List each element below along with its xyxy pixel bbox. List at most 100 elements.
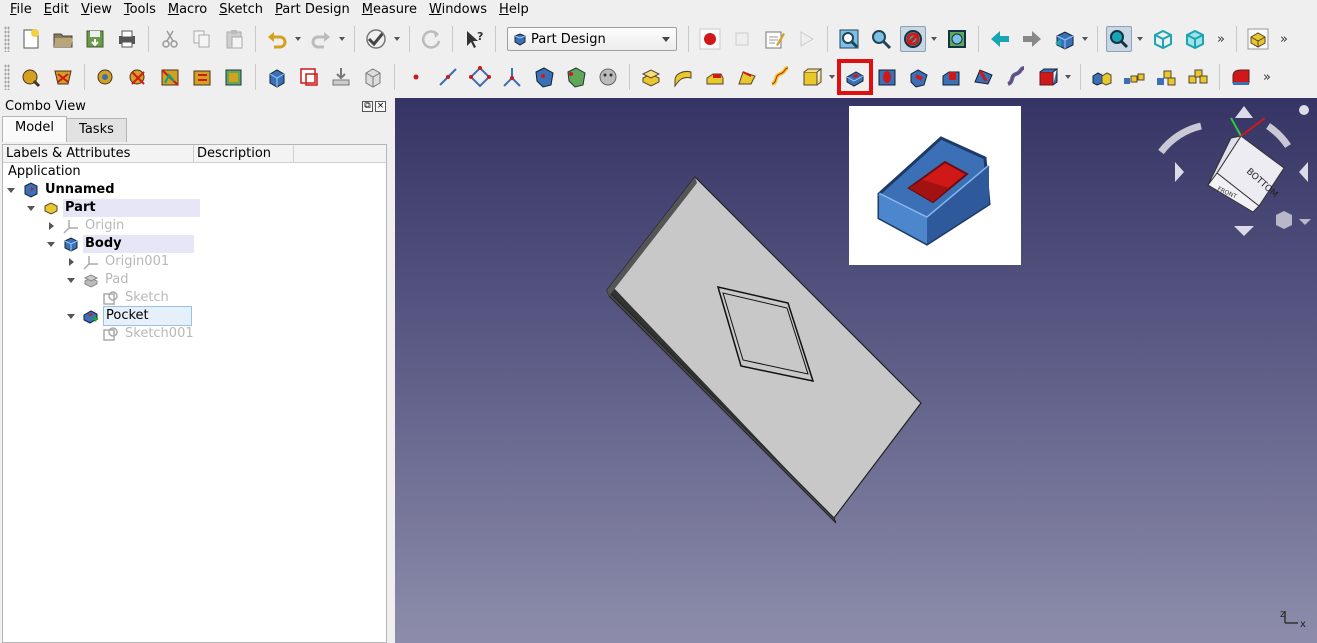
arrow-left-icon[interactable]	[1175, 162, 1184, 182]
save-icon[interactable]	[82, 26, 108, 52]
subtractive-primitive-icon[interactable]	[1034, 64, 1060, 90]
tree-item-origin[interactable]: Origin	[45, 217, 126, 235]
menu-macro[interactable]: Macro	[162, 0, 213, 20]
shape-binder-icon[interactable]	[531, 64, 557, 90]
part-icon[interactable]	[1245, 26, 1271, 52]
isometric-icon[interactable]	[1150, 26, 1176, 52]
expand-arrow-icon[interactable]	[65, 271, 77, 289]
fit-all-icon[interactable]	[836, 26, 862, 52]
undo-dropdown[interactable]	[293, 26, 302, 52]
point-icon[interactable]	[403, 64, 429, 90]
navcube-menu-dot[interactable]	[1299, 105, 1309, 115]
menu-measure[interactable]: Measure	[356, 0, 423, 20]
toolbar-grip[interactable]	[4, 26, 10, 52]
std-views-icon[interactable]	[1051, 26, 1077, 52]
sketch-view-icon[interactable]	[50, 64, 76, 90]
bounding-box-icon[interactable]	[944, 26, 970, 52]
helix-icon[interactable]	[766, 64, 792, 90]
additive-primitive-icon[interactable]	[798, 64, 824, 90]
close-icon[interactable]: ×	[375, 101, 386, 112]
subtractive-helix-icon[interactable]	[1002, 64, 1028, 90]
undo-icon[interactable]	[264, 26, 290, 52]
draw-style-icon[interactable]	[900, 26, 926, 52]
merge-sketch-icon[interactable]	[221, 64, 247, 90]
subtractive-loft-icon[interactable]	[938, 64, 964, 90]
coordinate-system-icon[interactable]	[499, 64, 525, 90]
tree-item-part[interactable]: Part	[25, 199, 200, 217]
copy-icon[interactable]	[189, 26, 215, 52]
toolbar-overflow-icon-3[interactable]: »	[1263, 70, 1271, 85]
sweep-icon[interactable]	[734, 64, 760, 90]
float-icon[interactable]: ⧉	[362, 101, 373, 112]
subshape-binder-icon[interactable]	[563, 64, 589, 90]
linear-pattern-icon[interactable]	[1121, 64, 1147, 90]
check-geometry-icon[interactable]	[125, 64, 151, 90]
refresh-dropdown[interactable]	[392, 26, 401, 52]
expand-arrow-icon[interactable]	[65, 253, 77, 271]
macro-editor-icon[interactable]	[761, 26, 787, 52]
toolbar-grip[interactable]	[4, 64, 10, 90]
mirrored-icon[interactable]	[1089, 64, 1115, 90]
rotate-left-icon[interactable]	[1158, 122, 1202, 155]
menu-windows[interactable]: Windows	[423, 0, 493, 20]
view-section-icon[interactable]	[18, 64, 44, 90]
recompute-icon[interactable]	[418, 26, 444, 52]
draw-style-dropdown[interactable]	[929, 26, 938, 52]
toolbar-overflow-icon-2[interactable]: »	[1280, 32, 1288, 47]
loft-icon[interactable]	[702, 64, 728, 90]
line-icon[interactable]	[435, 64, 461, 90]
new-file-icon[interactable]	[18, 26, 44, 52]
pad-icon[interactable]	[638, 64, 664, 90]
paste-icon[interactable]	[221, 26, 247, 52]
menu-part-design[interactable]: Part Design	[269, 0, 356, 20]
column-description[interactable]: Description	[194, 145, 294, 162]
create-body-icon[interactable]	[264, 64, 290, 90]
tree-item-origin001[interactable]: Origin001	[65, 253, 171, 271]
expand-arrow-icon[interactable]	[45, 235, 57, 253]
stop-macro-icon[interactable]	[729, 26, 755, 52]
menu-view[interactable]: View	[75, 0, 118, 20]
whats-this-icon[interactable]: ?	[461, 26, 487, 52]
tab-tasks[interactable]: Tasks	[66, 118, 127, 142]
additive-primitive-dropdown[interactable]	[827, 64, 836, 90]
create-sketch-icon[interactable]	[296, 64, 322, 90]
menu-file[interactable]: File	[4, 0, 38, 20]
menu-tools[interactable]: Tools	[118, 0, 162, 20]
tree-item-pocket[interactable]: Pocket	[65, 306, 192, 326]
zoom-dropdown[interactable]	[1135, 26, 1144, 52]
expand-arrow-icon[interactable]	[25, 199, 37, 217]
print-icon[interactable]	[114, 26, 140, 52]
hole-icon[interactable]	[874, 64, 900, 90]
view-front-icon[interactable]	[1182, 26, 1208, 52]
toolbar-overflow-icon[interactable]: »	[1217, 32, 1225, 47]
navigation-cube[interactable]: BOTTOM FRONT	[1158, 105, 1311, 236]
expand-arrow-icon[interactable]	[45, 217, 57, 235]
redo-dropdown[interactable]	[337, 26, 346, 52]
expand-arrow-icon[interactable]	[65, 307, 77, 325]
multitransform-icon[interactable]	[1185, 64, 1211, 90]
std-views-dropdown[interactable]	[1080, 26, 1089, 52]
fit-selection-icon[interactable]	[868, 26, 894, 52]
rotate-right-icon[interactable]	[1265, 123, 1291, 149]
arrow-right-icon[interactable]	[1299, 162, 1308, 182]
record-macro-icon[interactable]	[697, 26, 723, 52]
sub-shape-binder-icon[interactable]	[360, 64, 386, 90]
plane-icon[interactable]	[467, 64, 493, 90]
menu-help[interactable]: Help	[493, 0, 535, 20]
reorient-sketch-icon[interactable]	[189, 64, 215, 90]
validate-sketch-icon[interactable]	[93, 64, 119, 90]
fillet-icon[interactable]	[1228, 64, 1254, 90]
cut-icon[interactable]	[157, 26, 183, 52]
subtractive-pipe-icon[interactable]	[970, 64, 996, 90]
tree-item-body[interactable]: Body	[45, 235, 194, 253]
menu-sketch[interactable]: Sketch	[213, 0, 269, 20]
groove-icon[interactable]	[906, 64, 932, 90]
expand-arrow-icon[interactable]	[5, 181, 17, 199]
tab-model[interactable]: Model	[2, 116, 68, 142]
attach-sketch-icon[interactable]	[157, 64, 183, 90]
pocket-icon[interactable]	[837, 59, 873, 95]
forward-icon[interactable]	[1019, 26, 1045, 52]
tree-item-sketch[interactable]: Sketch	[97, 289, 171, 307]
arrow-down-icon[interactable]	[1234, 226, 1254, 236]
leave-sketch-icon[interactable]	[328, 64, 354, 90]
